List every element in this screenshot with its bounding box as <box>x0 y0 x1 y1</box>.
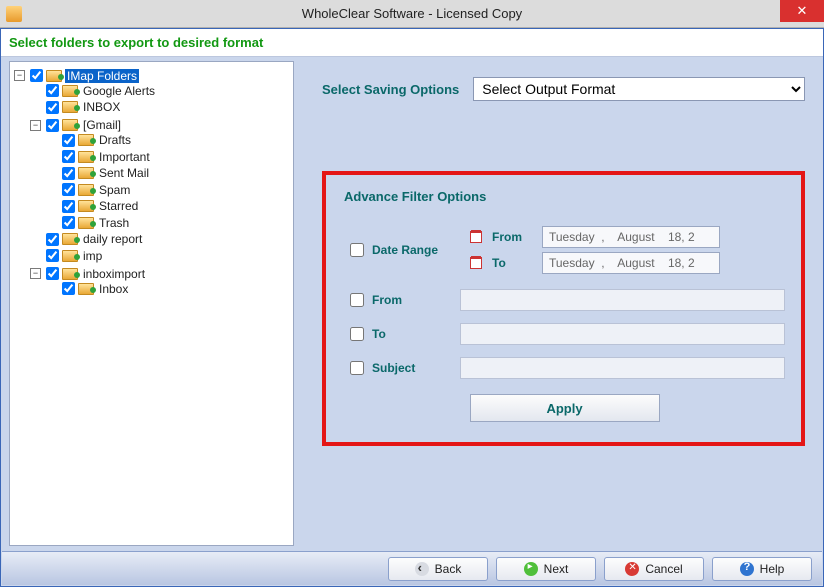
tree-node[interactable]: Drafts <box>97 133 133 147</box>
date-to-input[interactable] <box>542 252 720 274</box>
tree-checkbox[interactable] <box>46 119 59 132</box>
folder-icon <box>62 233 78 245</box>
tree-checkbox[interactable] <box>46 84 59 97</box>
folder-icon <box>62 250 78 262</box>
window-title: WholeClear Software - Licensed Copy <box>0 6 824 21</box>
tree-node[interactable]: inboximport <box>81 267 147 281</box>
folder-icon <box>78 167 94 179</box>
tree-toggle[interactable]: − <box>30 268 41 279</box>
saving-options-label: Select Saving Options <box>322 82 459 97</box>
date-to-label: To <box>492 256 532 270</box>
instruction-text: Select folders to export to desired form… <box>1 29 823 57</box>
date-range-label: Date Range <box>372 243 450 257</box>
date-range-row: Date Range From To <box>344 222 785 278</box>
subject-label: Subject <box>372 361 450 375</box>
tree-checkbox[interactable] <box>62 183 75 196</box>
calendar-icon <box>470 231 482 243</box>
folder-icon <box>78 200 94 212</box>
folder-icon <box>46 70 62 82</box>
tree-node[interactable]: Sent Mail <box>97 166 151 180</box>
folder-icon <box>78 151 94 163</box>
next-button[interactable]: Next <box>496 557 596 581</box>
folder-icon <box>78 134 94 146</box>
tree-node[interactable]: daily report <box>81 232 144 246</box>
folder-icon <box>78 217 94 229</box>
folder-icon <box>78 283 94 295</box>
tree-checkbox[interactable] <box>46 249 59 262</box>
tree-node[interactable]: Important <box>97 150 152 164</box>
folder-icon <box>62 101 78 113</box>
to-checkbox[interactable] <box>350 327 364 341</box>
output-format-select[interactable]: Select Output Format <box>473 77 805 101</box>
date-from-label: From <box>492 230 532 244</box>
folder-tree[interactable]: − IMap Folders Google Alerts <box>9 61 294 546</box>
subject-checkbox[interactable] <box>350 361 364 375</box>
apply-button[interactable]: Apply <box>470 394 660 422</box>
tree-checkbox[interactable] <box>62 134 75 147</box>
titlebar: WholeClear Software - Licensed Copy ✕ <box>0 0 824 28</box>
main-area: − IMap Folders Google Alerts <box>1 57 823 550</box>
to-input[interactable] <box>460 323 785 345</box>
tree-checkbox[interactable] <box>46 101 59 114</box>
tree-node[interactable]: Spam <box>97 183 132 197</box>
help-button[interactable]: Help <box>712 557 812 581</box>
tree-checkbox[interactable] <box>30 69 43 82</box>
back-button[interactable]: Back <box>388 557 488 581</box>
tree-node-root[interactable]: IMap Folders <box>65 69 139 83</box>
window-body: Select folders to export to desired form… <box>0 28 824 587</box>
close-button[interactable]: ✕ <box>780 0 824 22</box>
next-icon <box>524 562 538 576</box>
to-label: To <box>372 327 450 341</box>
tree-node[interactable]: Starred <box>97 199 140 213</box>
filter-title: Advance Filter Options <box>344 189 785 204</box>
from-label: From <box>372 293 450 307</box>
folder-icon <box>62 268 78 280</box>
tree-checkbox[interactable] <box>46 267 59 280</box>
subject-input[interactable] <box>460 357 785 379</box>
close-icon: ✕ <box>797 3 808 19</box>
tree-node[interactable]: Inbox <box>97 282 130 296</box>
help-icon <box>740 562 754 576</box>
cancel-button[interactable]: Cancel <box>604 557 704 581</box>
date-from-input[interactable] <box>542 226 720 248</box>
cancel-icon <box>625 562 639 576</box>
wizard-footer: Back Next Cancel Help <box>2 551 822 585</box>
tree-checkbox[interactable] <box>62 167 75 180</box>
tree-node[interactable]: imp <box>81 249 104 263</box>
options-pane: Select Saving Options Select Output Form… <box>294 57 823 550</box>
calendar-icon <box>470 257 482 269</box>
folder-icon <box>78 184 94 196</box>
tree-toggle[interactable]: − <box>14 70 25 81</box>
folder-icon <box>62 85 78 97</box>
tree-checkbox[interactable] <box>62 216 75 229</box>
tree-checkbox[interactable] <box>46 233 59 246</box>
from-input[interactable] <box>460 289 785 311</box>
app-icon <box>6 6 22 22</box>
tree-checkbox[interactable] <box>62 150 75 163</box>
tree-checkbox[interactable] <box>62 282 75 295</box>
date-range-checkbox[interactable] <box>350 243 364 257</box>
tree-toggle[interactable]: − <box>30 120 41 131</box>
tree-node[interactable]: Google Alerts <box>81 84 157 98</box>
advance-filter-box: Advance Filter Options Date Range From T… <box>322 171 805 446</box>
folder-icon <box>62 119 78 131</box>
tree-node[interactable]: [Gmail] <box>81 118 123 132</box>
tree-node[interactable]: Trash <box>97 216 131 230</box>
from-checkbox[interactable] <box>350 293 364 307</box>
tree-node[interactable]: INBOX <box>81 100 122 114</box>
back-icon <box>415 562 429 576</box>
tree-checkbox[interactable] <box>62 200 75 213</box>
